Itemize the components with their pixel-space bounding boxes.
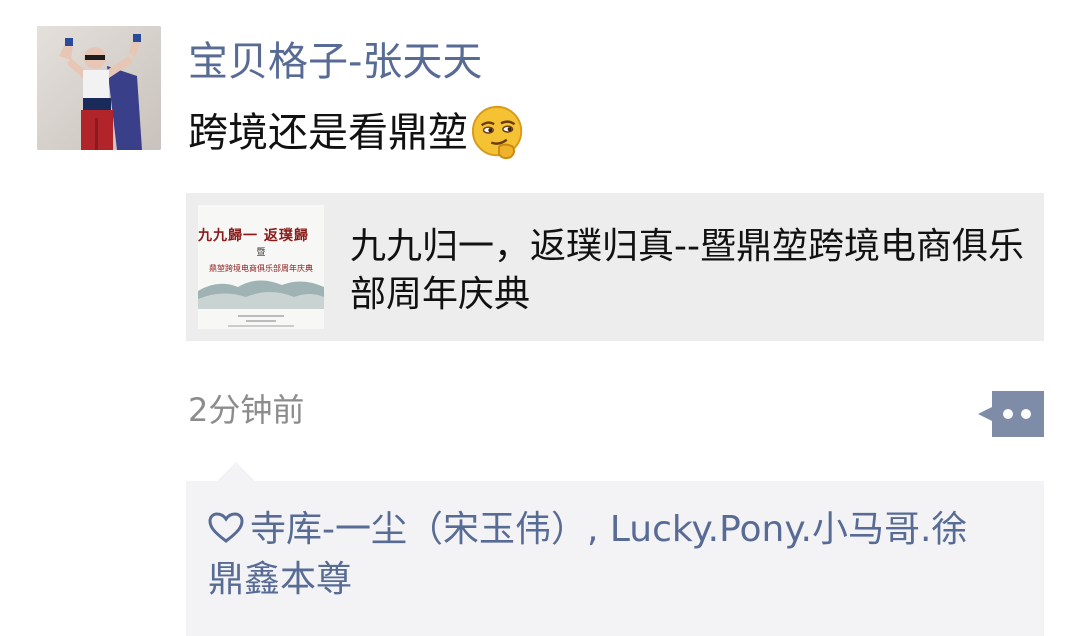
post-text: 跨境还是看鼎堃 bbox=[188, 104, 528, 162]
post-username[interactable]: 宝贝格子-张天天 bbox=[188, 36, 482, 88]
avatar-image bbox=[37, 26, 161, 150]
avatar[interactable] bbox=[37, 26, 161, 150]
smirk-emoji-icon bbox=[471, 105, 523, 160]
link-title: 九九归一，返璞归真--暨鼎堃跨境电商俱乐部周年庆典 bbox=[350, 226, 1024, 315]
heart-outline-icon bbox=[208, 512, 244, 543]
more-actions-button[interactable] bbox=[978, 391, 1044, 437]
likes-pointer bbox=[216, 462, 256, 482]
likes-names[interactable]: 寺库-一尘（宋玉伟）, Lucky.Pony.小马哥.徐鼎鑫本尊 bbox=[208, 509, 967, 600]
mountain-illustration bbox=[198, 280, 324, 329]
post-timestamp: 2分钟前 bbox=[188, 391, 305, 429]
post-text-content: 跨境还是看鼎堃 bbox=[188, 110, 468, 156]
shared-link-card[interactable]: 九九歸一 返璞歸 暨 鼎堃跨境电商俱乐部周年庆典 九九归一，返璞归真--暨鼎堃跨… bbox=[186, 193, 1044, 341]
more-dots-icon bbox=[978, 391, 1044, 437]
thumb-title: 九九歸一 返璞歸 bbox=[198, 228, 309, 244]
link-thumbnail: 九九歸一 返璞歸 暨 鼎堃跨境电商俱乐部周年庆典 bbox=[198, 205, 324, 329]
likes-list: 寺库-一尘（宋玉伟）, Lucky.Pony.小马哥.徐鼎鑫本尊 bbox=[208, 505, 998, 605]
thumb-subtitle: 暨 bbox=[256, 248, 266, 258]
likes-panel: 寺库-一尘（宋玉伟）, Lucky.Pony.小马哥.徐鼎鑫本尊 bbox=[186, 481, 1044, 636]
